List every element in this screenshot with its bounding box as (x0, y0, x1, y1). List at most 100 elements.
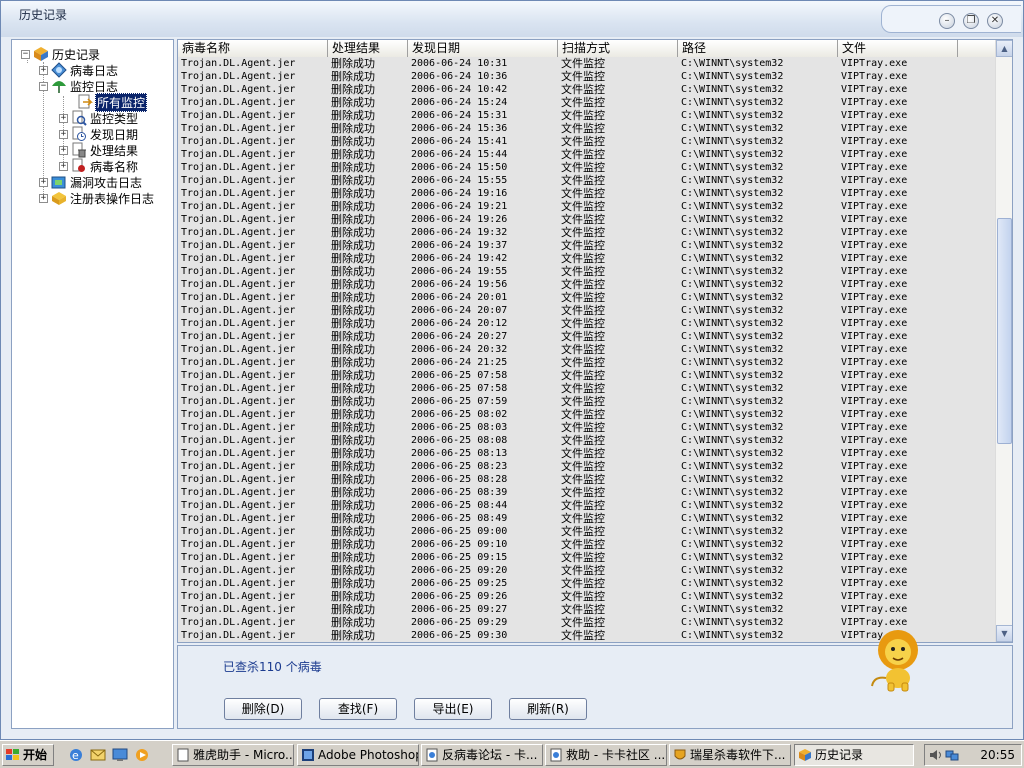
delete-button[interactable]: 删除(D) (224, 698, 302, 720)
table-row[interactable]: Trojan.DL.Agent.jer 删除成功 2006-06-24 19:16 文… (178, 187, 996, 200)
scroll-down-icon[interactable]: ▼ (996, 625, 1012, 642)
table-row[interactable]: Trojan.DL.Agent.jer 删除成功 2006-06-25 09:26 文… (178, 590, 996, 603)
table-row[interactable]: Trojan.DL.Agent.jer 删除成功 2006-06-25 08:13 文… (178, 447, 996, 460)
network-icon[interactable] (945, 748, 959, 762)
scroll-thumb[interactable] (997, 218, 1012, 444)
table-cell: C:\WINNT\system32 (681, 448, 784, 459)
find-button[interactable]: 查找(F) (319, 698, 397, 720)
table-row[interactable]: Trojan.DL.Agent.jer 删除成功 2006-06-24 10:36 文… (178, 70, 996, 83)
task-button[interactable]: 反病毒论坛 - 卡... (421, 744, 543, 766)
column-header-path[interactable]: 路径 (678, 40, 838, 57)
table-row[interactable]: Trojan.DL.Agent.jer 删除成功 2006-06-24 15:41 文… (178, 135, 996, 148)
table-row[interactable]: Trojan.DL.Agent.jer 删除成功 2006-06-24 19:55 文… (178, 265, 996, 278)
table-cell: Trojan.DL.Agent.jer (181, 448, 296, 459)
vertical-scrollbar[interactable]: ▲ ▼ (995, 40, 1012, 642)
column-header-result[interactable]: 处理结果 (328, 40, 408, 57)
export-button[interactable]: 导出(E) (414, 698, 492, 720)
expand-icon[interactable]: + (59, 113, 68, 123)
outlook-icon[interactable] (90, 747, 106, 763)
table-row[interactable]: Trojan.DL.Agent.jer 删除成功 2006-06-24 20:32 文… (178, 343, 996, 356)
table-row[interactable]: Trojan.DL.Agent.jer 删除成功 2006-06-25 08:02 文… (178, 408, 996, 421)
task-button[interactable]: Adobe Photoshop... (297, 744, 419, 766)
expand-icon[interactable]: + (39, 193, 48, 203)
table-cell: 2006-06-24 19:42 (411, 253, 508, 264)
table-cell: VIPTray.exe (841, 279, 908, 290)
expand-icon[interactable]: + (59, 129, 68, 139)
table-row[interactable]: Trojan.DL.Agent.jer 删除成功 2006-06-25 08:23 文… (178, 460, 996, 473)
table-row[interactable]: Trojan.DL.Agent.jer 删除成功 2006-06-25 07:58 文… (178, 382, 996, 395)
task-button-active[interactable]: 历史记录 (794, 744, 914, 766)
expand-icon[interactable]: + (39, 65, 48, 75)
tree-item-exploit-log[interactable]: + 漏洞攻击日志 (39, 174, 143, 190)
table-cell: 文件监控 (561, 616, 605, 629)
tree-item-virus-name[interactable]: + 病毒名称 (59, 158, 139, 174)
column-header-scan-type[interactable]: 扫描方式 (558, 40, 678, 57)
tree-item-registry-log[interactable]: + 注册表操作日志 (39, 190, 155, 206)
table-row[interactable]: Trojan.DL.Agent.jer 删除成功 2006-06-24 20:27 文… (178, 330, 996, 343)
table-row[interactable]: Trojan.DL.Agent.jer 删除成功 2006-06-24 19:21 文… (178, 200, 996, 213)
table-row[interactable]: Trojan.DL.Agent.jer 删除成功 2006-06-25 08:03 文… (178, 421, 996, 434)
table-cell: C:\WINNT\system32 (681, 136, 784, 147)
table-row[interactable]: Trojan.DL.Agent.jer 删除成功 2006-06-24 19:56 文… (178, 278, 996, 291)
close-button[interactable]: ✕ (987, 13, 1003, 29)
start-button[interactable]: 开始 (2, 744, 54, 766)
table-row[interactable]: Trojan.DL.Agent.jer 删除成功 2006-06-24 20:12 文… (178, 317, 996, 330)
table-row[interactable]: Trojan.DL.Agent.jer 删除成功 2006-06-24 15:24 文… (178, 96, 996, 109)
column-header-file[interactable]: 文件 (838, 40, 958, 57)
table-row[interactable]: Trojan.DL.Agent.jer 删除成功 2006-06-25 08:08 文… (178, 434, 996, 447)
table-row[interactable]: Trojan.DL.Agent.jer 删除成功 2006-06-24 20:07 文… (178, 304, 996, 317)
table-row[interactable]: Trojan.DL.Agent.jer 删除成功 2006-06-24 19:26 文… (178, 213, 996, 226)
media-player-icon[interactable] (134, 747, 150, 763)
task-button[interactable]: 雅虎助手 - Micro... (172, 744, 294, 766)
column-header-virus-name[interactable]: 病毒名称 (178, 40, 328, 57)
table-row[interactable]: Trojan.DL.Agent.jer 删除成功 2006-06-24 19:42 文… (178, 252, 996, 265)
table-row[interactable]: Trojan.DL.Agent.jer 删除成功 2006-06-24 10:42 文… (178, 83, 996, 96)
table-row[interactable]: Trojan.DL.Agent.jer 删除成功 2006-06-25 08:39 文… (178, 486, 996, 499)
table-row[interactable]: Trojan.DL.Agent.jer 删除成功 2006-06-25 08:28 文… (178, 473, 996, 486)
table-row[interactable]: Trojan.DL.Agent.jer 删除成功 2006-06-24 15:50 文… (178, 161, 996, 174)
tree-item-result[interactable]: + 处理结果 (59, 142, 139, 158)
table-row[interactable]: Trojan.DL.Agent.jer 删除成功 2006-06-25 08:49 文… (178, 512, 996, 525)
table-cell: Trojan.DL.Agent.jer (181, 279, 296, 290)
table-cell: 2006-06-25 09:26 (411, 591, 508, 602)
volume-icon[interactable] (929, 748, 943, 762)
table-row[interactable]: Trojan.DL.Agent.jer 删除成功 2006-06-25 09:15 文… (178, 551, 996, 564)
table-row[interactable]: Trojan.DL.Agent.jer 删除成功 2006-06-24 21:25 文… (178, 356, 996, 369)
table-row[interactable]: Trojan.DL.Agent.jer 删除成功 2006-06-24 20:01 文… (178, 291, 996, 304)
table-row[interactable]: Trojan.DL.Agent.jer 删除成功 2006-06-25 09:27 文… (178, 603, 996, 616)
internet-explorer-icon[interactable]: e (68, 747, 84, 763)
collapse-icon[interactable]: − (39, 81, 48, 91)
tree-root[interactable]: − 历史记录 (21, 46, 101, 62)
table-row[interactable]: Trojan.DL.Agent.jer 删除成功 2006-06-25 09:00 文… (178, 525, 996, 538)
collapse-icon[interactable]: − (21, 49, 30, 59)
tree-item-virus-log[interactable]: + 病毒日志 (39, 62, 119, 78)
scroll-up-icon[interactable]: ▲ (996, 40, 1012, 57)
table-row[interactable]: Trojan.DL.Agent.jer 删除成功 2006-06-24 19:37 文… (178, 239, 996, 252)
table-row[interactable]: Trojan.DL.Agent.jer 删除成功 2006-06-24 19:32 文… (178, 226, 996, 239)
refresh-button[interactable]: 刷新(R) (509, 698, 587, 720)
column-header-date[interactable]: 发现日期 (408, 40, 558, 57)
desktop-icon[interactable] (112, 747, 128, 763)
table-row[interactable]: Trojan.DL.Agent.jer 删除成功 2006-06-24 15:44 文… (178, 148, 996, 161)
expand-icon[interactable]: + (59, 145, 68, 155)
tree-item-all-monitor[interactable]: 所有监控 (74, 92, 148, 112)
tree-item-found-date[interactable]: + 发现日期 (59, 126, 139, 142)
restore-button[interactable]: ❐ (963, 13, 979, 29)
tree-item-monitor-type[interactable]: + 监控类型 (59, 110, 139, 126)
table-row[interactable]: Trojan.DL.Agent.jer 删除成功 2006-06-25 08:44 文… (178, 499, 996, 512)
expand-icon[interactable]: + (39, 177, 48, 187)
table-row[interactable]: Trojan.DL.Agent.jer 删除成功 2006-06-25 07:58 文… (178, 369, 996, 382)
table-row[interactable]: Trojan.DL.Agent.jer 删除成功 2006-06-24 15:31 文… (178, 109, 996, 122)
task-button[interactable]: 救助 - 卡卡社区 ... (545, 744, 667, 766)
table-row[interactable]: Trojan.DL.Agent.jer 删除成功 2006-06-24 10:31 文… (178, 57, 996, 70)
task-button[interactable]: 瑞星杀毒软件下... (669, 744, 791, 766)
table-row[interactable]: Trojan.DL.Agent.jer 删除成功 2006-06-25 09:10 文… (178, 538, 996, 551)
table-row[interactable]: Trojan.DL.Agent.jer 删除成功 2006-06-24 15:36 文… (178, 122, 996, 135)
table-row[interactable]: Trojan.DL.Agent.jer 删除成功 2006-06-25 09:25 文… (178, 577, 996, 590)
expand-icon[interactable]: + (59, 161, 68, 171)
table-row[interactable]: Trojan.DL.Agent.jer 删除成功 2006-06-25 07:59 文… (178, 395, 996, 408)
table-row[interactable]: Trojan.DL.Agent.jer 删除成功 2006-06-25 09:20 文… (178, 564, 996, 577)
table-row[interactable]: Trojan.DL.Agent.jer 删除成功 2006-06-24 15:55 文… (178, 174, 996, 187)
title-bar[interactable]: 历史记录 – ❐ ✕ (1, 1, 1023, 37)
minimize-button[interactable]: – (939, 13, 955, 29)
